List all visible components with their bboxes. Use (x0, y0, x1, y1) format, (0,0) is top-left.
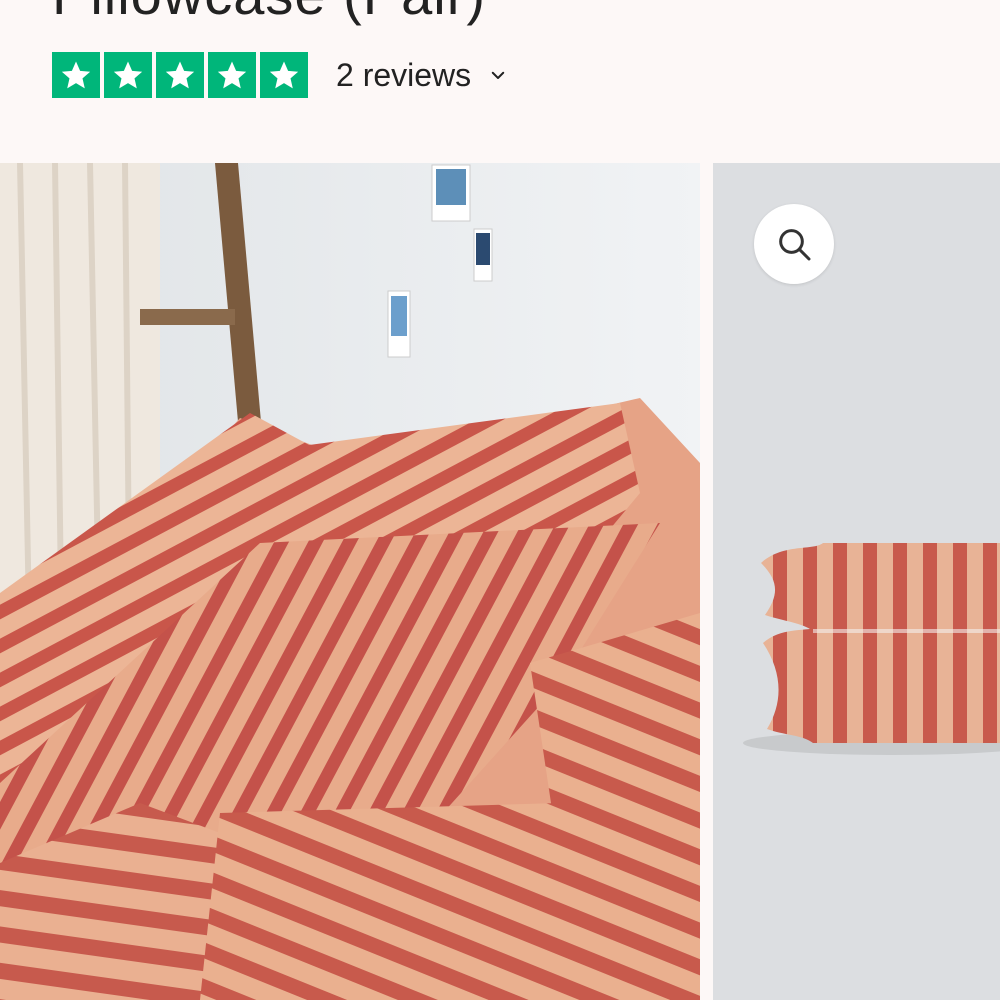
reviews-count-label: 2 reviews (336, 56, 472, 93)
rating-row: 2 reviews (52, 52, 507, 98)
pillowcase-pair-photo[interactable] (713, 163, 1000, 1000)
magnifier-icon (779, 229, 811, 261)
bed-lifestyle-photo[interactable] (0, 163, 700, 1000)
star-icon (104, 52, 152, 98)
product-title: Pillowcase (Pair) (52, 0, 486, 27)
product-gallery[interactable] (0, 163, 1000, 1000)
chevron-down-icon (491, 71, 505, 79)
star-icon (208, 52, 256, 98)
reviews-dropdown[interactable]: 2 reviews (336, 57, 507, 94)
star-icon (260, 52, 308, 98)
star-icon (156, 52, 204, 98)
star-icon (52, 52, 100, 98)
star-rating (52, 52, 308, 98)
zoom-button[interactable] (754, 204, 834, 284)
